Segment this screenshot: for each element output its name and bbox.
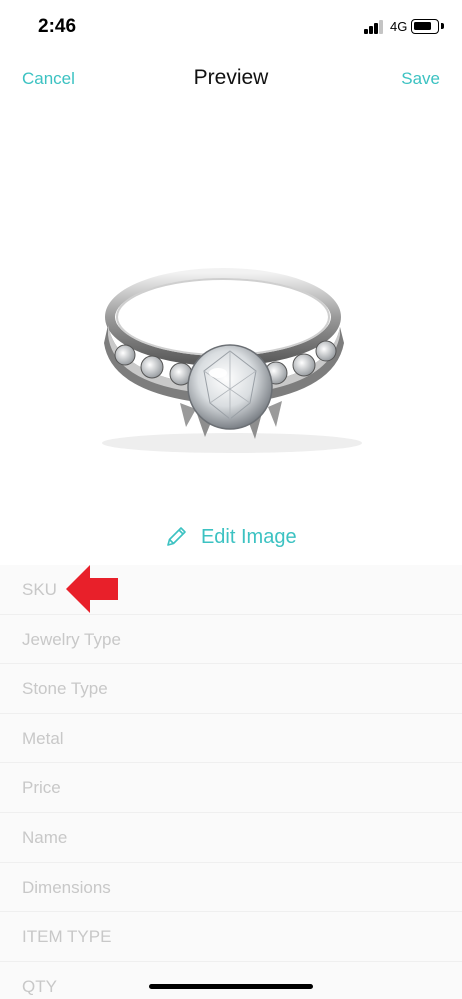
- network-type: 4G: [390, 19, 408, 34]
- item-type-row: [0, 912, 462, 962]
- battery-cap: [441, 23, 444, 29]
- metal-field[interactable]: [22, 725, 422, 752]
- qty-row: [0, 962, 462, 999]
- dimensions-row: [0, 863, 462, 913]
- battery-icon: [411, 19, 439, 34]
- navigation-bar: Cancel Preview Save: [0, 54, 462, 102]
- ring-photo: [102, 268, 362, 453]
- home-indicator[interactable]: [149, 984, 313, 989]
- status-time: 2:46: [38, 16, 77, 37]
- page-title: Preview: [193, 66, 269, 89]
- product-details-form: [0, 565, 462, 999]
- status-bar: 2:46 4G: [0, 0, 462, 54]
- jewelry-type-row: [0, 615, 462, 665]
- signal-strength-icon: [364, 20, 386, 34]
- price-field[interactable]: [22, 775, 422, 802]
- name-field[interactable]: [22, 824, 422, 851]
- save-button[interactable]: Save: [401, 69, 440, 89]
- edit-image-label: Edit Image: [200, 526, 297, 548]
- dimensions-field[interactable]: [22, 874, 422, 901]
- pencil-icon: [167, 527, 187, 546]
- price-row: [0, 763, 462, 813]
- red-arrow-icon: [66, 565, 118, 613]
- item-type-field[interactable]: [22, 924, 422, 951]
- name-row: [0, 813, 462, 863]
- metal-row: [0, 714, 462, 764]
- jewelry-type-field[interactable]: [22, 626, 422, 653]
- stone-type-field[interactable]: [22, 676, 422, 703]
- edit-image-button[interactable]: Edit Image: [0, 524, 462, 558]
- product-image: [0, 175, 462, 505]
- stone-type-row: [0, 664, 462, 714]
